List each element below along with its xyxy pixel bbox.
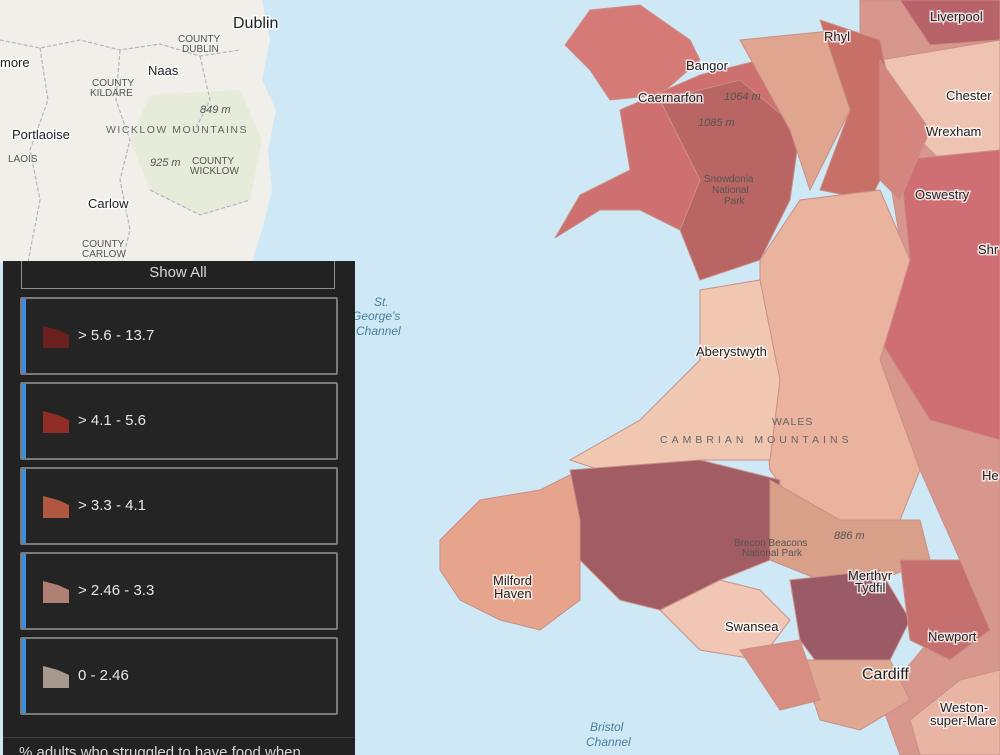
place-cardiff: Cardiff: [862, 666, 909, 683]
place-bangor: Bangor: [686, 58, 729, 73]
legend-title: % adults who struggled to have food when: [19, 744, 301, 755]
legend-class-4[interactable]: > 2.46 - 3.3: [20, 552, 338, 630]
class-5-swatch-shape: [43, 666, 69, 688]
show-all-button[interactable]: Show All: [21, 261, 335, 289]
elev-1064: 1064 m: [724, 91, 761, 103]
county-dublin-line2: DUBLIN: [182, 44, 219, 55]
place-caernarfon: Caernarfon: [638, 90, 703, 105]
class-1-swatch-shape: [43, 326, 69, 348]
weston-line2: super-Mare: [930, 713, 996, 728]
snowdonia-line1: Snowdonia: [704, 174, 754, 185]
bristol-line2: Channel: [586, 735, 631, 749]
county-wicklow-line2: WICKLOW: [190, 166, 239, 177]
class-3-label: > 3.3 - 4.1: [78, 497, 146, 514]
class-5-label: 0 - 2.46: [78, 667, 129, 684]
class-3-swatch: [43, 496, 69, 518]
class-4-label: > 2.46 - 3.3: [78, 582, 155, 599]
county-carlow-line2: CARLOW: [82, 249, 126, 260]
place-carlow: Carlow: [88, 196, 129, 211]
county-kildare-line2: KILDARE: [90, 88, 133, 99]
place-he: He: [982, 468, 999, 483]
legend-panel: Show All > 5.6 - 13.7 > 4.1 - 5.6 > 3.3 …: [3, 261, 355, 755]
place-wrexham: Wrexham: [926, 124, 981, 139]
st-georges-line3: Channel: [356, 324, 401, 338]
wicklow-mountains: WICKLOW MOUNTAINS: [106, 124, 248, 136]
class-4-swatch: [43, 581, 69, 603]
legend-class-2[interactable]: > 4.1 - 5.6: [20, 382, 338, 460]
place-liverpool: Liverpool: [930, 9, 983, 24]
snowdonia-line3: Park: [724, 196, 746, 207]
place-aberystwyth: Aberystwyth: [696, 344, 767, 359]
class-selected-indicator: [22, 639, 26, 713]
elev-849: 849 m: [200, 104, 231, 116]
place-shr: Shr: [978, 242, 999, 257]
class-selected-indicator: [22, 554, 26, 628]
place-more: more: [0, 55, 30, 70]
place-chester: Chester: [946, 88, 992, 103]
class-5-swatch: [43, 666, 69, 688]
legend-class-5[interactable]: 0 - 2.46: [20, 637, 338, 715]
brecon-line2: National Park: [742, 548, 803, 559]
label-cambrian: CAMBRIAN MOUNTAINS: [660, 434, 853, 446]
county-laois: LAOIS: [8, 154, 38, 165]
st-georges-line1: St.: [374, 295, 389, 309]
elev-1085: 1085 m: [698, 117, 735, 129]
label-wales: WALES: [772, 416, 813, 428]
class-4-swatch-shape: [43, 581, 69, 603]
place-rhyl: Rhyl: [824, 29, 850, 44]
legend-class-1[interactable]: > 5.6 - 13.7: [20, 297, 338, 375]
class-2-label: > 4.1 - 5.6: [78, 412, 146, 429]
class-2-swatch: [43, 411, 69, 433]
place-oswestry: Oswestry: [915, 187, 970, 202]
place-dublin: Dublin: [233, 15, 278, 32]
place-newport: Newport: [928, 629, 977, 644]
snowdonia-line2: National: [712, 185, 749, 196]
class-1-swatch: [43, 326, 69, 348]
class-2-swatch-shape: [43, 411, 69, 433]
class-1-label: > 5.6 - 13.7: [78, 327, 155, 344]
milford-line2: Haven: [494, 586, 532, 601]
elev-925: 925 m: [150, 157, 181, 169]
place-swansea: Swansea: [725, 619, 779, 634]
place-portlaoise: Portlaoise: [12, 127, 70, 142]
legend-class-3[interactable]: > 3.3 - 4.1: [20, 467, 338, 545]
class-selected-indicator: [22, 469, 26, 543]
class-selected-indicator: [22, 384, 26, 458]
place-naas: Naas: [148, 63, 179, 78]
class-3-swatch-shape: [43, 496, 69, 518]
elev-886: 886 m: [834, 530, 865, 542]
bristol-line1: Bristol: [590, 720, 624, 734]
st-georges-line2: George's: [352, 309, 400, 323]
class-selected-indicator: [22, 299, 26, 373]
legend-divider: [3, 737, 355, 738]
merthyr-line2: Tydfil: [855, 580, 885, 595]
